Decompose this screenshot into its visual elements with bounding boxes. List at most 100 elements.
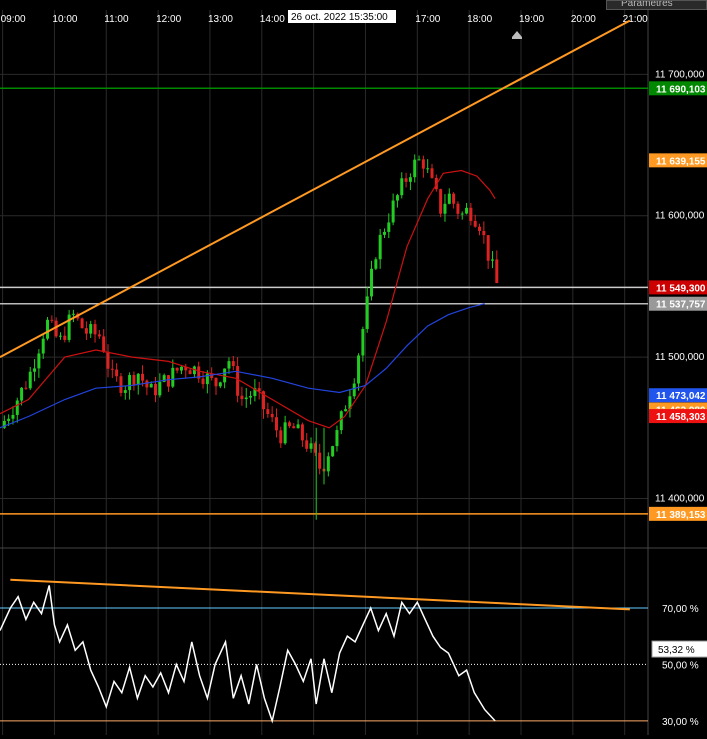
candle-body: [141, 373, 145, 381]
candle-body: [430, 168, 434, 178]
settings-button[interactable]: Paramètres: [606, 0, 707, 10]
candle-body: [465, 207, 469, 214]
candle-body: [382, 231, 386, 235]
price-level-label: 11 458,303: [656, 412, 706, 423]
candle-body: [46, 319, 50, 339]
x-tick-label: 09:00: [1, 14, 26, 25]
y-tick-label: 11 600,000: [655, 211, 705, 222]
candle-body: [469, 207, 473, 221]
candle-body: [387, 222, 391, 232]
candle-body: [296, 424, 300, 429]
moving-average-slow: [0, 303, 485, 429]
candle-body: [370, 268, 374, 297]
candle-body: [279, 430, 283, 444]
y-tick-label: 11 500,000: [655, 352, 705, 363]
candle-body: [456, 203, 460, 214]
candle-body: [106, 351, 110, 369]
candle-body: [266, 409, 270, 414]
candle-body: [482, 230, 486, 236]
crosshair-date-label: 26 oct. 2022 15:35:00: [291, 12, 388, 23]
candle-body: [305, 440, 309, 449]
candle-body: [244, 397, 248, 400]
candle-body: [218, 382, 222, 387]
candle-body: [41, 338, 45, 354]
candle-body: [145, 380, 149, 388]
candle-body: [89, 324, 93, 334]
candle-body: [274, 417, 278, 431]
candle-body: [309, 443, 313, 449]
candle-body: [365, 296, 369, 329]
candle-body: [478, 226, 482, 231]
candle-body: [287, 422, 291, 427]
candle-body: [119, 376, 123, 393]
candle-body: [132, 375, 136, 385]
x-tick-label: 20:00: [571, 14, 596, 25]
x-tick-label: 18:00: [467, 14, 492, 25]
rsi-level-label: 30,00 %: [662, 717, 699, 728]
rsi-level-label: 70,00 %: [662, 604, 699, 615]
candle-body: [71, 313, 75, 315]
candle-body: [378, 234, 382, 260]
candle-body: [166, 375, 170, 387]
candle-body: [128, 375, 132, 391]
candle-body: [115, 369, 119, 377]
candle-body: [335, 430, 339, 447]
trendline: [0, 19, 631, 358]
price-level-label: 11 537,757: [656, 300, 706, 311]
candle-body: [473, 220, 477, 227]
price-level-label: 11 639,155: [656, 156, 706, 167]
price-level-label: 11 389,153: [656, 510, 706, 521]
candle-body: [249, 396, 253, 398]
candle-body: [417, 159, 421, 161]
candle-body: [154, 383, 158, 396]
y-tick-label: 11 700,000: [655, 69, 705, 80]
rsi-trendline: [10, 578, 630, 611]
x-tick-label: 19:00: [519, 14, 544, 25]
candle-body: [188, 370, 192, 375]
price-level-label: 11 690,103: [656, 84, 706, 95]
candle-body: [58, 335, 62, 337]
candle-body: [67, 314, 71, 340]
y-tick-label: 11 400,000: [655, 494, 705, 505]
rsi-line: [0, 585, 496, 724]
x-tick-label: 14:00: [260, 14, 285, 25]
candle-body: [426, 168, 430, 170]
candle-body: [123, 390, 127, 393]
candle-body: [33, 368, 37, 372]
rsi-current-label: 53,32 %: [658, 645, 695, 656]
rsi-level-label: 50,00 %: [662, 660, 699, 671]
candle-body: [102, 336, 106, 352]
candle-body: [490, 259, 494, 261]
candle-body: [404, 178, 408, 182]
candle-body: [486, 235, 490, 261]
candle-body: [20, 387, 24, 401]
candle-body: [37, 353, 41, 369]
candle-body: [28, 371, 32, 389]
candle-body: [400, 178, 404, 196]
candle-body: [175, 367, 179, 371]
candle-body: [158, 381, 162, 396]
candle-body: [331, 446, 335, 457]
x-tick-label: 13:00: [208, 14, 233, 25]
candle-body: [171, 367, 175, 387]
candle-body: [136, 373, 140, 385]
candle-body: [227, 361, 231, 369]
candle-body: [439, 189, 443, 214]
x-tick-label: 17:00: [415, 14, 440, 25]
x-tick-label: 12:00: [156, 14, 181, 25]
candle-body: [84, 328, 88, 334]
candle-body: [15, 400, 19, 415]
candle-body: [201, 378, 205, 385]
candle-body: [80, 318, 84, 329]
candle-body: [270, 413, 274, 418]
candle-body: [408, 177, 412, 182]
x-tick-label: 11:00: [104, 14, 129, 25]
chart-area[interactable]: 09:0010:0011:0012:0013:0014:0015:0016:00…: [0, 0, 707, 739]
candle-body: [413, 159, 417, 178]
candle-body: [240, 395, 244, 400]
moving-average-fast: [0, 169, 496, 429]
settings-label: Paramètres: [621, 0, 673, 9]
candle-body: [361, 328, 365, 356]
candle-body: [452, 193, 456, 204]
candle-body: [63, 335, 67, 340]
